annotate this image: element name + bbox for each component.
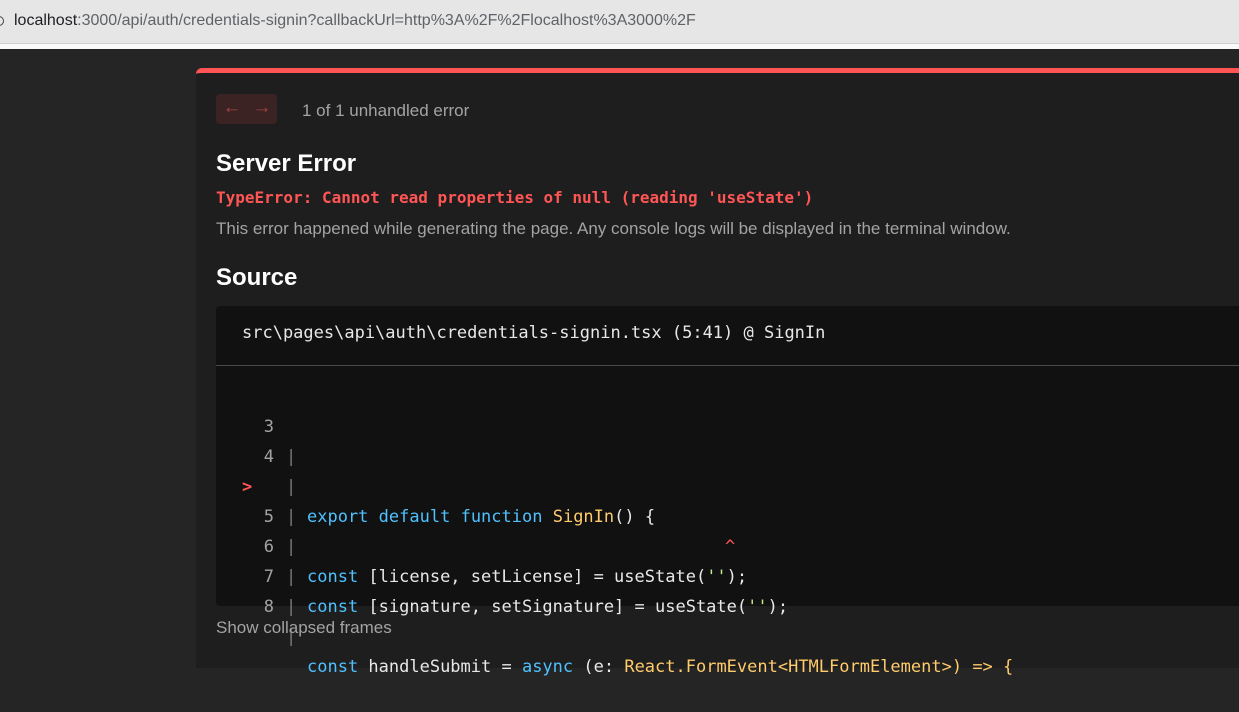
address-url[interactable]: localhost:3000/api/auth/credentials-sign… — [14, 12, 696, 30]
error-overlay-dialog: ← → 1 of 1 unhandled error Server Error … — [196, 68, 1239, 677]
code-line-8: 8 | const handleSubmit = async (e: React… — [216, 562, 1239, 677]
keyword: async — [521, 657, 574, 677]
code-plain: ); — [767, 597, 789, 617]
site-info-icon[interactable] — [0, 16, 4, 26]
code-plain: ) => { — [951, 657, 1014, 677]
show-collapsed-frames-button[interactable]: Show collapsed frames — [216, 618, 392, 638]
browser-address-bar[interactable]: localhost:3000/api/auth/credentials-sign… — [0, 0, 1239, 44]
error-title: Server Error — [216, 150, 357, 177]
source-code-frame: src\pages\api\auth\credentials-signin.ts… — [216, 306, 1239, 677]
error-message: TypeError: Cannot read properties of nul… — [216, 188, 814, 207]
code-line-5-error: > 5 | const [license, setLicense] = useS… — [216, 442, 1239, 587]
string-literal: '' — [747, 597, 768, 617]
code-line-3: 3 | — [216, 382, 1239, 467]
error-pagination: ← → — [216, 94, 277, 124]
source-heading: Source — [216, 264, 298, 291]
next-error-button[interactable]: → — [247, 94, 277, 124]
code-divider — [216, 365, 1239, 366]
code-line-4: 4 | export default function SignIn() { — [216, 412, 1239, 527]
code-caret-line: | ^ — [216, 472, 1239, 557]
previous-error-button[interactable]: ← — [217, 94, 247, 124]
arrow-right-icon: → — [252, 97, 272, 118]
code-plain: (e: — [573, 657, 625, 677]
code-block: 3 | 4 | export default function SignIn()… — [216, 382, 1239, 677]
code-line-6: 6 | const [signature, setSignature] = us… — [216, 502, 1239, 617]
code-plain: handleSubmit = — [358, 657, 522, 677]
source-file-link[interactable]: src\pages\api\auth\credentials-signin.ts… — [242, 323, 825, 343]
arrow-left-icon: ← — [222, 97, 242, 118]
error-count: 1 of 1 unhandled error — [302, 101, 470, 120]
error-description: This error happened while generating the… — [216, 219, 1011, 238]
url-path: :3000/api/auth/credentials-signin?callba… — [77, 12, 696, 29]
keyword: const — [307, 657, 359, 677]
code-text: const handleSubmit = async (e: React.For… — [307, 652, 1013, 682]
code-plain: [signature, setSignature] = useState( — [358, 597, 748, 617]
type-annotation: React.FormEvent<HTMLFormElement> — [624, 657, 952, 677]
keyword: const — [307, 597, 359, 617]
code-line-7: 7 | — [216, 532, 1239, 617]
url-host: localhost — [14, 12, 78, 29]
